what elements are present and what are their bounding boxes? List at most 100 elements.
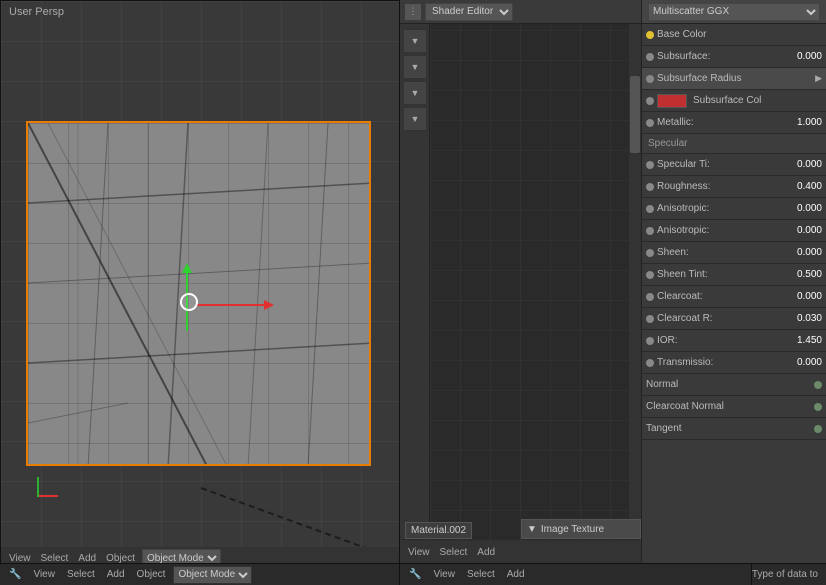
bb-mode-select[interactable]: Object Mode	[173, 566, 252, 584]
subsurface-value: 0.000	[797, 51, 822, 62]
panel-mini-3[interactable]: ▼	[403, 81, 427, 105]
tangent-label: Tangent	[646, 423, 811, 434]
node-type-select[interactable]: Shader Editor	[425, 3, 513, 21]
sheen-value: 0.000	[797, 247, 822, 258]
viewport-plane	[26, 121, 371, 466]
subsurface-label: Subsurface:	[657, 51, 794, 62]
anisotropic2-socket	[646, 227, 654, 235]
clearcoat-r-socket	[646, 315, 654, 323]
viewport-bottom-section: 🔧 View Select Add Object Object Mode	[0, 564, 400, 585]
shader-select[interactable]: Multiscatter GGX	[648, 3, 820, 21]
subsurface-radius-label: Subsurface Radius	[657, 73, 812, 84]
properties-panel: Multiscatter GGX Base Color Subsurface: …	[641, 0, 826, 563]
subsurface-radius-socket	[646, 75, 654, 83]
ior-row: IOR: 1.450	[642, 330, 826, 352]
ior-label: IOR:	[657, 335, 794, 346]
panel-mini-2[interactable]: ▼	[403, 55, 427, 79]
specular-section-label: Specular	[648, 138, 687, 149]
tangent-out-row: Tangent	[642, 418, 826, 440]
down-arrow-icon: ▼	[527, 524, 537, 535]
node-panel-strip: ▼ ▼ ▼ ▼	[400, 24, 430, 539]
roughness-row: Roughness: 0.400	[642, 176, 826, 198]
scrollbar-vertical[interactable]	[629, 24, 641, 539]
metallic-label: Metallic:	[657, 117, 794, 128]
status-text: Type of data to	[752, 569, 826, 580]
subsurface-row: Subsurface: 0.000	[642, 46, 826, 68]
viewport-toolbar: View Select Add Object Object Mode	[1, 547, 399, 563]
metallic-value: 1.000	[797, 117, 822, 128]
clearcoat-r-row: Clearcoat R: 0.030	[642, 308, 826, 330]
subsurface-color-swatch[interactable]	[657, 94, 687, 108]
roughness-socket	[646, 183, 654, 191]
subsurface-col-row: Subsurface Col	[642, 90, 826, 112]
anisotropic-row: Anisotropic: 0.000	[642, 198, 826, 220]
gizmo-y-axis	[37, 477, 39, 497]
bb-add[interactable]: Add	[103, 569, 129, 580]
node-editor-bottom-section: 🔧 View Select Add	[400, 564, 752, 585]
image-texture-label: Image Texture	[541, 524, 604, 535]
transmission-socket	[646, 359, 654, 367]
panel-mini-1[interactable]: ▼	[403, 29, 427, 53]
sheen-row: Sheen: 0.000	[642, 242, 826, 264]
panel-mini-4[interactable]: ▼	[403, 107, 427, 131]
ne-bb-add[interactable]: Add	[503, 569, 529, 580]
specular-tint-label: Specular Ti:	[657, 159, 794, 170]
ne-add-btn[interactable]: Add	[474, 547, 498, 558]
bb-view-label[interactable]: View	[29, 569, 59, 580]
subsurface-col-socket	[646, 97, 654, 105]
plane-lines	[28, 123, 369, 464]
origin-circle	[180, 293, 198, 311]
specular-section: Specular	[642, 134, 826, 154]
select-button[interactable]: Select	[38, 553, 72, 564]
ne-bb-icon: 🔧	[405, 569, 425, 580]
view-button[interactable]: View	[6, 553, 34, 564]
clearcoat-normal-row: Clearcoat Normal	[642, 396, 826, 418]
mode-select[interactable]: Object Mode	[142, 549, 221, 563]
ne-bb-select[interactable]: Select	[463, 569, 499, 580]
anisotropic-socket	[646, 205, 654, 213]
viewport-header: User Persp	[9, 6, 64, 18]
specular-tint-value: 0.000	[797, 159, 822, 170]
material-label: Material.002	[405, 522, 472, 539]
bb-object[interactable]: Object	[133, 569, 170, 580]
object-button[interactable]: Object	[103, 553, 138, 564]
scroll-thumb-v	[630, 76, 640, 153]
ne-bb-view[interactable]: View	[429, 569, 459, 580]
anisotropic2-value: 0.000	[797, 225, 822, 236]
transmission-label: Transmissio:	[657, 357, 794, 368]
ne-select-btn[interactable]: Select	[437, 547, 471, 558]
node-editor[interactable]: ⋮ Shader Editor ▼ ▼ ▼ ▼	[400, 0, 641, 563]
clearcoat-normal-socket	[814, 403, 822, 411]
image-texture-btn[interactable]: ▼ Image Texture	[521, 519, 641, 539]
ior-value: 1.450	[797, 335, 822, 346]
shader-header: Multiscatter GGX	[642, 0, 826, 24]
sheen-label: Sheen:	[657, 247, 794, 258]
normal-out-label-prop: Normal	[646, 379, 811, 390]
anisotropic2-row: Anisotropic: 0.000	[642, 220, 826, 242]
node-header-btn-1[interactable]: ⋮	[405, 4, 421, 20]
specular-tint-row: Specular Ti: 0.000	[642, 154, 826, 176]
ior-socket	[646, 337, 654, 345]
base-color-row: Base Color	[642, 24, 826, 46]
clearcoat-r-label: Clearcoat R:	[657, 313, 794, 324]
sheen-tint-value: 0.500	[797, 269, 822, 280]
bb-view[interactable]: 🔧	[5, 569, 25, 580]
viewport[interactable]: User Persp	[0, 0, 400, 563]
viewport-label: User Persp	[9, 6, 64, 18]
bottom-bar: 🔧 View Select Add Object Object Mode 🔧 V…	[0, 563, 826, 585]
node-editor-toolbar: View Select Add	[400, 541, 641, 563]
add-button[interactable]: Add	[75, 553, 99, 564]
normal-out-socket-prop	[814, 381, 822, 389]
transmission-row: Transmissio: 0.000	[642, 352, 826, 374]
sheen-tint-socket	[646, 271, 654, 279]
clearcoat-socket	[646, 293, 654, 301]
bb-select[interactable]: Select	[63, 569, 99, 580]
ne-view-btn[interactable]: View	[405, 547, 433, 558]
anisotropic-label: Anisotropic:	[657, 203, 794, 214]
metallic-socket	[646, 119, 654, 127]
specular-tint-socket	[646, 161, 654, 169]
subsurface-radius-row: Subsurface Radius ▶	[642, 68, 826, 90]
roughness-value: 0.400	[797, 181, 822, 192]
sheen-tint-label: Sheen Tint:	[657, 269, 794, 280]
normal-out-row: Normal	[642, 374, 826, 396]
